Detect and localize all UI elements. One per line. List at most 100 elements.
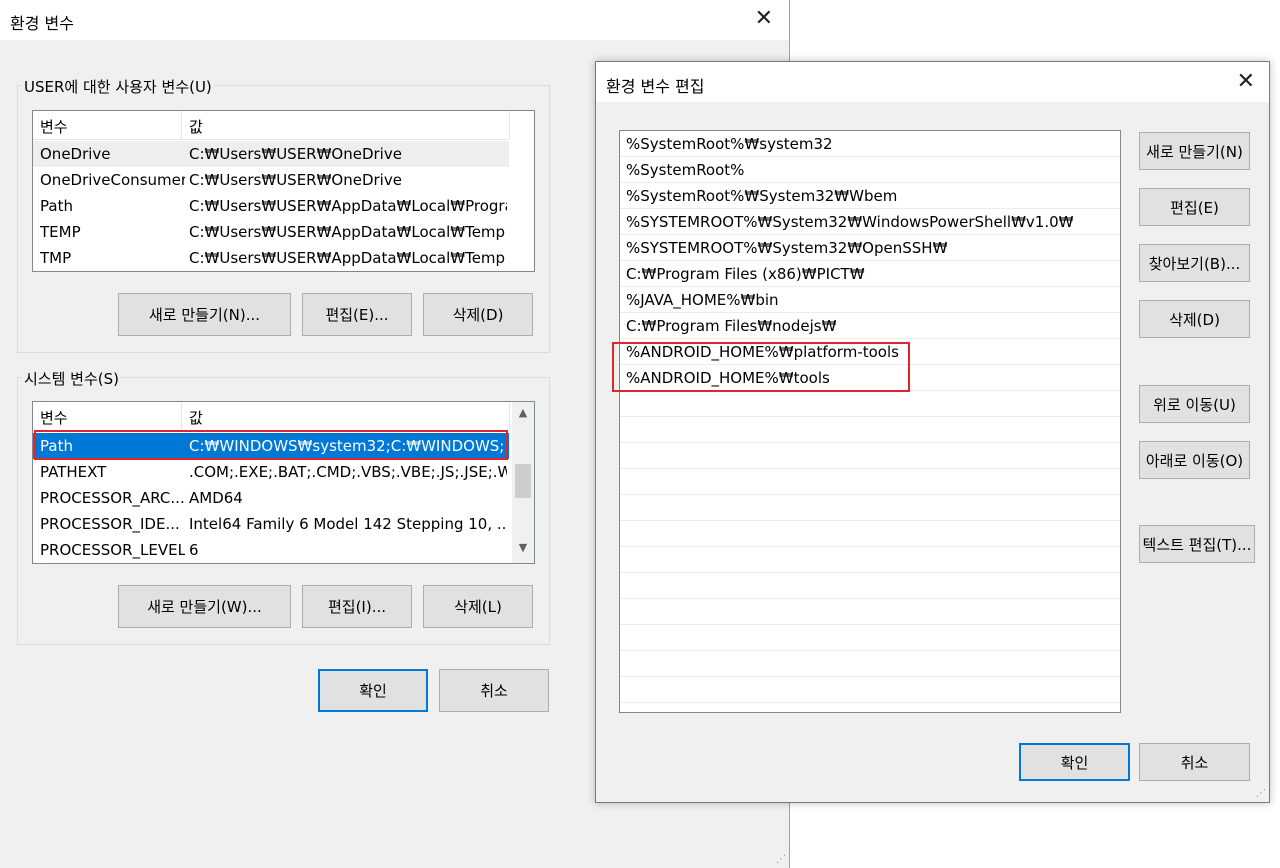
- edit-text-button[interactable]: 텍스트 편집(T)...: [1139, 525, 1255, 563]
- path-entry: %SystemRoot%: [626, 161, 745, 179]
- title-bar: 환경 변수 편집 ✕: [596, 62, 1269, 102]
- var-value: C:₩Users₩USER₩AppData₩Local₩Temp: [189, 249, 506, 267]
- browse-button[interactable]: 찾아보기(B)...: [1139, 244, 1250, 282]
- list-item[interactable]: %ANDROID_HOME%₩tools: [620, 365, 1120, 391]
- path-entry: %SystemRoot%₩System32₩Wbem: [626, 187, 898, 205]
- var-value: .COM;.EXE;.BAT;.CMD;.VBS;.VBE;.JS;.JSE;.…: [189, 463, 507, 481]
- list-item[interactable]: %SystemRoot%: [620, 157, 1120, 183]
- move-up-button[interactable]: 위로 이동(U): [1139, 385, 1250, 423]
- path-list[interactable]: %SystemRoot%₩system32 %SystemRoot% %Syst…: [619, 130, 1121, 713]
- user-delete-button[interactable]: 삭제(D): [423, 293, 533, 336]
- col-header-variable[interactable]: 변수: [40, 116, 68, 137]
- path-entry: %SystemRoot%₩system32: [626, 135, 833, 153]
- table-row-selected[interactable]: Path C:₩WINDOWS₩system32;C:₩WINDOWS;...: [33, 433, 509, 459]
- empty-row[interactable]: [620, 443, 1120, 469]
- var-name: PROCESSOR_IDE...: [40, 515, 180, 533]
- var-name: Path: [40, 197, 73, 215]
- system-vars-label: 시스템 변수(S): [22, 368, 121, 389]
- resize-grip-icon[interactable]: ⋰: [1256, 788, 1266, 799]
- var-name: OneDrive: [40, 145, 111, 163]
- col-header-value[interactable]: 값: [189, 116, 203, 137]
- empty-row[interactable]: [620, 417, 1120, 443]
- var-value: C:₩Users₩USER₩AppData₩Local₩Progra...: [189, 197, 507, 215]
- list-item[interactable]: C:₩Program Files₩nodejs₩: [620, 313, 1120, 339]
- system-new-button[interactable]: 새로 만들기(W)...: [118, 585, 291, 628]
- list-item[interactable]: %SystemRoot%₩system32: [620, 131, 1120, 157]
- col-header-value[interactable]: 값: [189, 407, 203, 428]
- chevron-up-icon[interactable]: ▲: [513, 406, 533, 424]
- var-value: C:₩Users₩USER₩OneDrive: [189, 145, 402, 163]
- system-edit-button[interactable]: 편집(I)...: [302, 585, 412, 628]
- list-item[interactable]: %JAVA_HOME%₩bin: [620, 287, 1120, 313]
- var-name: TEMP: [40, 223, 81, 241]
- edit-path-button[interactable]: 편집(E): [1139, 188, 1250, 226]
- scrollbar-thumb[interactable]: [515, 464, 531, 498]
- chevron-down-icon[interactable]: ▼: [513, 541, 533, 559]
- var-name: PROCESSOR_LEVEL: [40, 541, 185, 559]
- system-delete-button[interactable]: 삭제(L): [423, 585, 533, 628]
- table-row[interactable]: Path C:₩Users₩USER₩AppData₩Local₩Progra.…: [33, 193, 509, 219]
- list-header: 변수 값: [33, 402, 510, 431]
- var-name: Path: [40, 437, 73, 455]
- var-name: TMP: [40, 249, 72, 267]
- path-entry: %ANDROID_HOME%₩tools: [626, 369, 830, 387]
- table-row[interactable]: PROCESSOR_ARC... AMD64: [33, 485, 509, 511]
- path-entry: C:₩Program Files₩nodejs₩: [626, 317, 837, 335]
- col-header-variable[interactable]: 변수: [40, 407, 68, 428]
- empty-row[interactable]: [620, 547, 1120, 573]
- list-header: 변수 값: [33, 111, 510, 140]
- cancel-button[interactable]: 취소: [1139, 743, 1250, 781]
- empty-row[interactable]: [620, 573, 1120, 599]
- empty-row[interactable]: [620, 521, 1120, 547]
- var-name: OneDriveConsumer: [40, 171, 185, 189]
- list-item[interactable]: %SystemRoot%₩System32₩Wbem: [620, 183, 1120, 209]
- var-value: 6: [189, 541, 199, 559]
- user-vars-label: USER에 대한 사용자 변수(U): [22, 76, 214, 97]
- vertical-scrollbar[interactable]: ▲ ▼: [512, 402, 534, 563]
- cancel-button[interactable]: 취소: [439, 669, 549, 712]
- user-vars-list[interactable]: 변수 값 OneDrive C:₩Users₩USER₩OneDrive One…: [32, 110, 535, 272]
- path-entry: %SYSTEMROOT%₩System32₩WindowsPowerShell₩…: [626, 213, 1074, 231]
- empty-row[interactable]: [620, 469, 1120, 495]
- new-path-button[interactable]: 새로 만들기(N): [1139, 132, 1250, 170]
- empty-row[interactable]: [620, 495, 1120, 521]
- table-row[interactable]: TMP C:₩Users₩USER₩AppData₩Local₩Temp: [33, 245, 509, 271]
- path-entry: %SYSTEMROOT%₩System32₩OpenSSH₩: [626, 239, 948, 257]
- list-item[interactable]: %SYSTEMROOT%₩System32₩WindowsPowerShell₩…: [620, 209, 1120, 235]
- var-value: C:₩Users₩USER₩OneDrive: [189, 171, 402, 189]
- var-name: PATHEXT: [40, 463, 107, 481]
- table-row[interactable]: PATHEXT .COM;.EXE;.BAT;.CMD;.VBS;.VBE;.J…: [33, 459, 509, 485]
- var-value: C:₩WINDOWS₩system32;C:₩WINDOWS;...: [189, 437, 507, 455]
- var-name: PROCESSOR_ARC...: [40, 489, 185, 507]
- delete-path-button[interactable]: 삭제(D): [1139, 300, 1250, 338]
- empty-row[interactable]: [620, 391, 1120, 417]
- list-item[interactable]: C:₩Program Files (x86)₩PICT₩: [620, 261, 1120, 287]
- list-item[interactable]: %ANDROID_HOME%₩platform-tools: [620, 339, 1120, 365]
- title-bar: 환경 변수 ✕: [0, 0, 789, 40]
- system-vars-list[interactable]: 변수 값 Path C:₩WINDOWS₩system32;C:₩WINDOWS…: [32, 401, 535, 564]
- dialog-title: 환경 변수: [10, 14, 74, 33]
- empty-row[interactable]: [620, 651, 1120, 677]
- close-icon[interactable]: ✕: [1237, 69, 1255, 94]
- ok-button[interactable]: 확인: [318, 669, 428, 712]
- user-new-button[interactable]: 새로 만들기(N)...: [118, 293, 291, 336]
- path-entry: %JAVA_HOME%₩bin: [626, 291, 779, 309]
- table-row[interactable]: PROCESSOR_IDE... Intel64 Family 6 Model …: [33, 511, 509, 537]
- list-item[interactable]: %SYSTEMROOT%₩System32₩OpenSSH₩: [620, 235, 1120, 261]
- table-row[interactable]: PROCESSOR_LEVEL 6: [33, 537, 509, 563]
- path-entry: %ANDROID_HOME%₩platform-tools: [626, 343, 899, 361]
- table-row[interactable]: OneDriveConsumer C:₩Users₩USER₩OneDrive: [33, 167, 509, 193]
- resize-grip-icon[interactable]: ⋰: [776, 854, 786, 865]
- user-edit-button[interactable]: 편집(E)...: [302, 293, 412, 336]
- move-down-button[interactable]: 아래로 이동(O): [1139, 441, 1250, 479]
- ok-button[interactable]: 확인: [1019, 743, 1130, 781]
- empty-row[interactable]: [620, 677, 1120, 703]
- close-icon[interactable]: ✕: [755, 6, 773, 31]
- empty-row[interactable]: [620, 625, 1120, 651]
- var-value: Intel64 Family 6 Model 142 Stepping 10, …: [189, 515, 507, 533]
- empty-row[interactable]: [620, 599, 1120, 625]
- table-row[interactable]: TEMP C:₩Users₩USER₩AppData₩Local₩Temp: [33, 219, 509, 245]
- table-row[interactable]: OneDrive C:₩Users₩USER₩OneDrive: [33, 141, 509, 167]
- path-entry: C:₩Program Files (x86)₩PICT₩: [626, 265, 865, 283]
- var-value: AMD64: [189, 489, 243, 507]
